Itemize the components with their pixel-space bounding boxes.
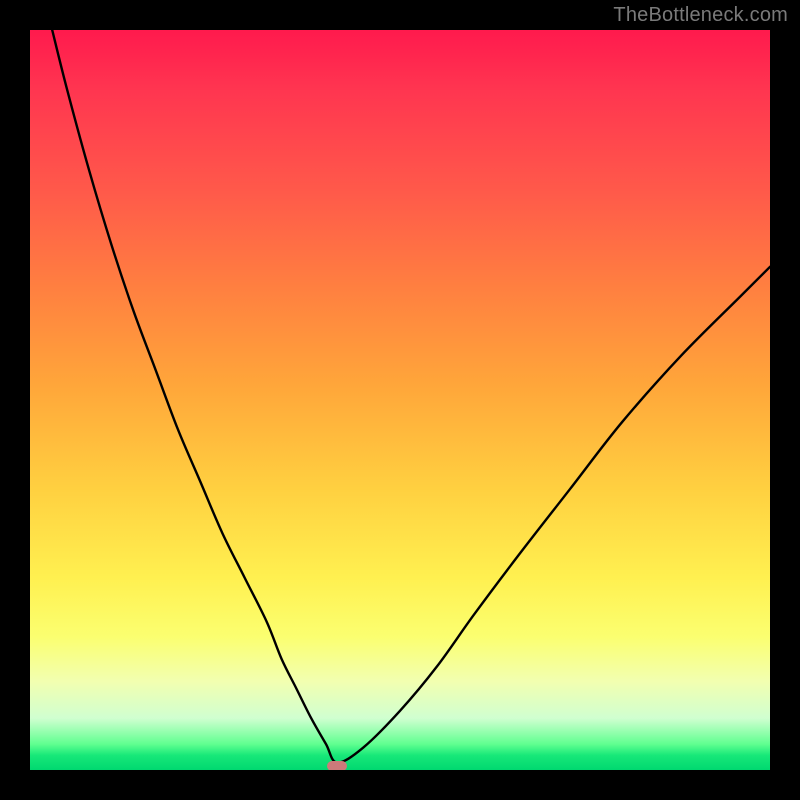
plot-area [30,30,770,770]
curve-svg [30,30,770,770]
bottleneck-curve [52,30,770,763]
minimum-marker [327,761,347,770]
chart-frame: TheBottleneck.com [0,0,800,800]
watermark-text: TheBottleneck.com [613,4,788,27]
